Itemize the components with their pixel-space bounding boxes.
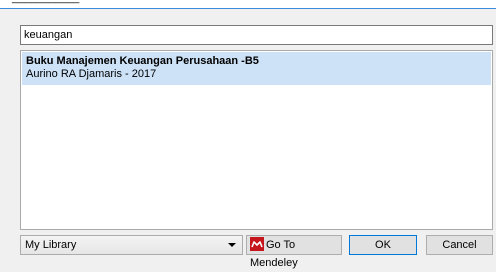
library-select-label: My Library bbox=[25, 239, 77, 251]
dialog-title-strip: ___________ bbox=[0, 0, 496, 9]
ok-button[interactable]: OK bbox=[349, 235, 417, 255]
go-to-mendeley-button[interactable]: Go To Mendeley bbox=[246, 235, 342, 269]
result-title: Buku Manajemen Keuangan Perusahaan -B5 bbox=[26, 55, 259, 67]
cut-off-title-text: ___________ bbox=[12, 0, 79, 4]
cancel-button[interactable]: Cancel bbox=[426, 235, 493, 255]
search-input[interactable] bbox=[20, 25, 493, 45]
result-item[interactable]: Buku Manajemen Keuangan Perusahaan -B5 A… bbox=[22, 52, 491, 85]
result-subtitle: Aurino RA Djamaris - 2017 bbox=[26, 68, 157, 80]
mendeley-logo-icon bbox=[250, 237, 264, 252]
library-select[interactable]: My Library bbox=[20, 235, 243, 255]
chevron-down-icon bbox=[228, 243, 236, 247]
results-list[interactable]: Buku Manajemen Keuangan Perusahaan -B5 A… bbox=[20, 50, 493, 230]
